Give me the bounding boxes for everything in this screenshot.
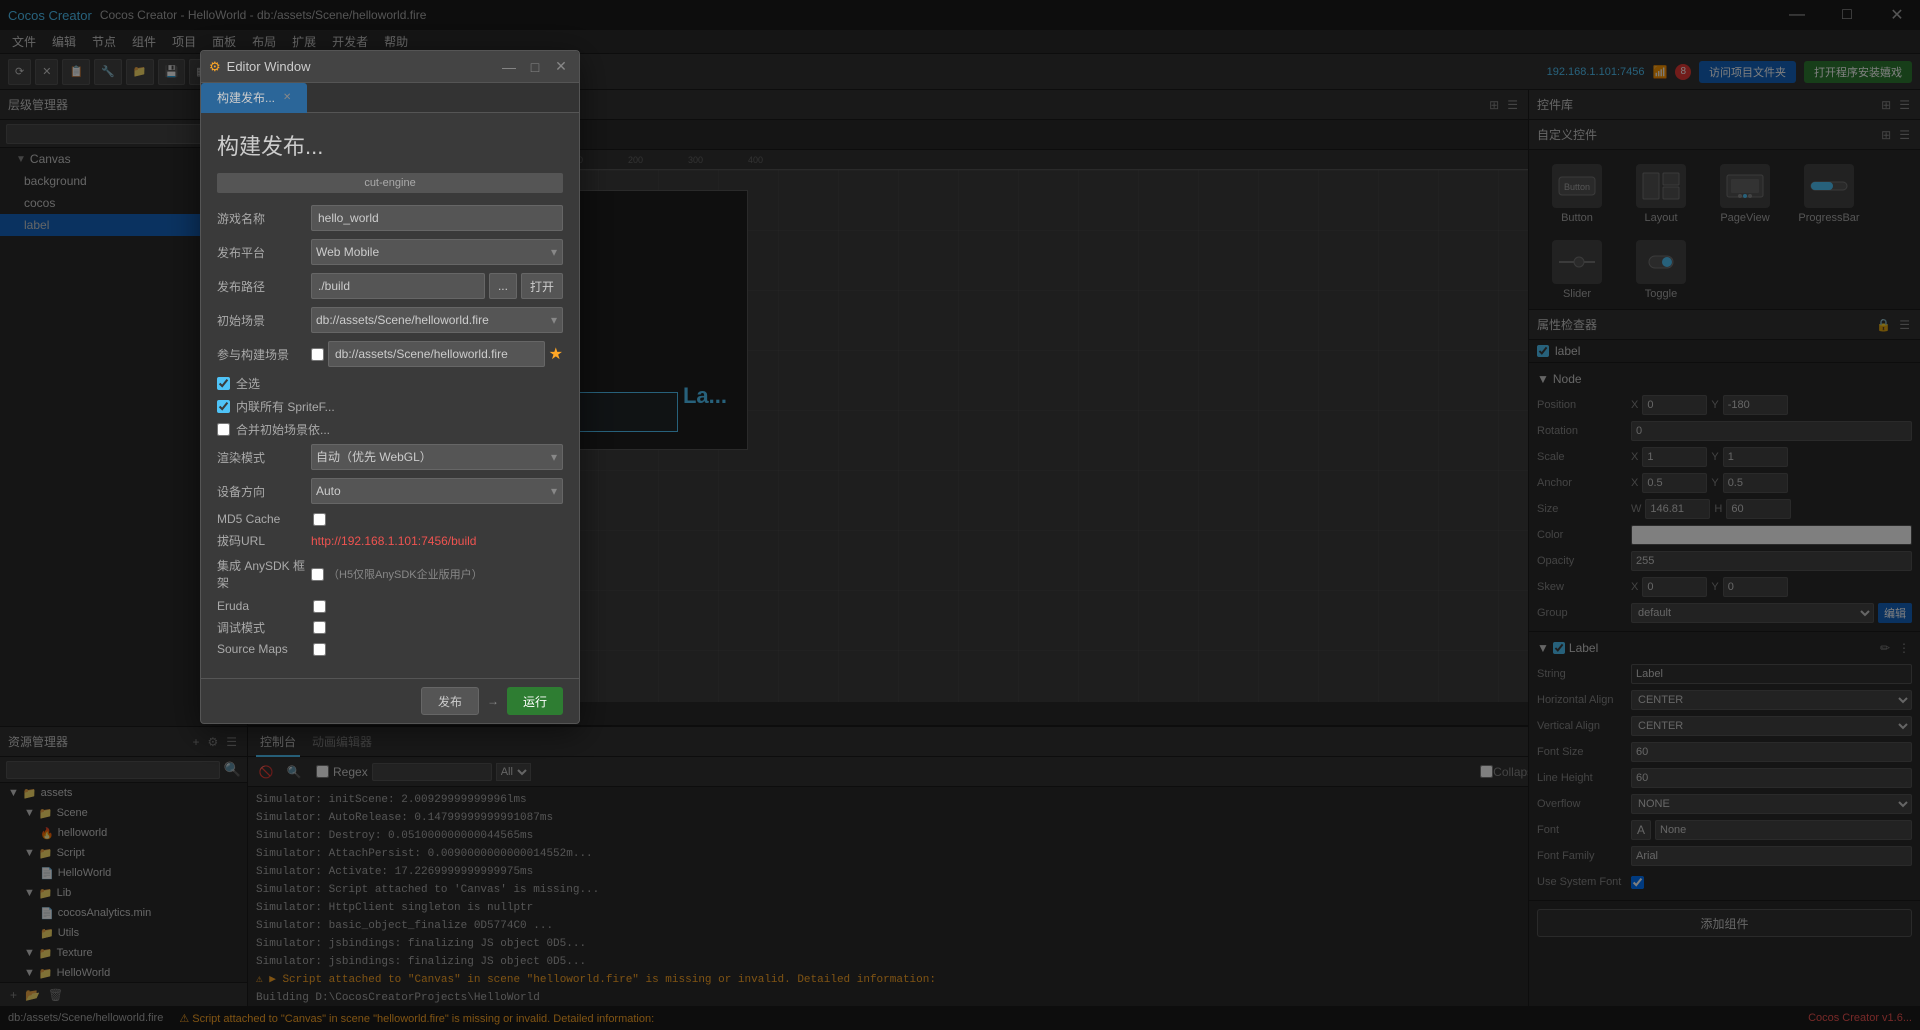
participate-scene-row: 参与构建场景 ★ [217, 341, 563, 367]
md5-cache-row: MD5 Cache [217, 512, 563, 526]
game-name-label: 游戏名称 [217, 210, 307, 227]
anysdk-row: 集成 AnySDK 框架 （H5仅限AnySDK企业版用户） [217, 557, 563, 591]
eruda-label: Eruda [217, 599, 307, 613]
editor-content: 构建发布... cut-engine 游戏名称 发布平台 Web Mobile … [201, 113, 579, 678]
participate-scene-label: 参与构建场景 [217, 346, 307, 363]
debug-mode-label: 调试模式 [217, 619, 307, 636]
engine-bar: cut-engine [217, 173, 563, 193]
arrow-right-icon: → [487, 694, 499, 708]
participate-scene-input[interactable] [328, 341, 545, 367]
all-checkbox[interactable] [217, 377, 230, 390]
publish-path-label: 发布路径 [217, 278, 307, 295]
device-direction-select-wrap: Auto ▾ [311, 478, 563, 504]
editor-close-btn[interactable]: ✕ [551, 57, 571, 77]
editor-footer: 发布 → 运行 [201, 678, 579, 723]
editor-tab-bar: 构建发布... ✕ [201, 83, 579, 113]
source-maps-checkbox[interactable] [313, 643, 326, 656]
md5-cache-label: MD5 Cache [217, 512, 307, 526]
render-mode-label: 渲染模式 [217, 449, 307, 466]
device-direction-select[interactable]: Auto [311, 478, 563, 504]
initial-scene-row: 初始场景 db://assets/Scene/helloworld.fire ▾ [217, 307, 563, 333]
initial-scene-label: 初始场景 [217, 312, 307, 329]
hotupdate-url-label: 拔码URL [217, 532, 307, 549]
publish-button[interactable]: 发布 [421, 687, 479, 715]
device-direction-label: 设备方向 [217, 483, 307, 500]
platform-select-wrap: Web Mobile ▾ [311, 239, 563, 265]
render-mode-select[interactable]: 自动（优先 WebGL） [311, 444, 563, 470]
editor-tab-label: 构建发布... [217, 83, 275, 113]
build-title: 构建发布... [217, 129, 563, 161]
render-mode-row: 渲染模式 自动（优先 WebGL） ▾ [217, 444, 563, 470]
anysdk-checkbox[interactable] [311, 568, 324, 581]
source-maps-row: Source Maps [217, 642, 563, 656]
modal-overlay: ⚙ Editor Window — □ ✕ 构建发布... ✕ 构建发布... … [0, 0, 1920, 1030]
publish-path-input[interactable] [311, 273, 485, 299]
inline-sprites-row: 内联所有 SpriteF... [217, 398, 563, 415]
publish-path-input-area: ... 打开 [311, 273, 563, 299]
star-icon: ★ [549, 344, 563, 364]
hotupdate-url-row: 拔码URL http://192.168.1.101:7456/build [217, 532, 563, 549]
md5-cache-checkbox[interactable] [313, 513, 326, 526]
publish-path-open-btn[interactable]: 打开 [521, 273, 563, 299]
tab-close-icon[interactable]: ✕ [283, 83, 291, 113]
source-maps-label: Source Maps [217, 642, 307, 656]
anysdk-note: （H5仅限AnySDK企业版用户） [328, 566, 483, 582]
editor-title-bar: ⚙ Editor Window — □ ✕ [201, 51, 579, 83]
render-mode-select-wrap: 自动（优先 WebGL） ▾ [311, 444, 563, 470]
hotupdate-url-link[interactable]: http://192.168.1.101:7456/build [311, 534, 476, 548]
merge-scenes-row: 合并初始场景依... [217, 421, 563, 438]
game-name-input[interactable] [311, 205, 563, 231]
debug-mode-checkbox[interactable] [313, 621, 326, 634]
publish-path-browse-btn[interactable]: ... [489, 273, 517, 299]
merge-scenes-checkbox[interactable] [217, 423, 230, 436]
initial-scene-select-wrap: db://assets/Scene/helloworld.fire ▾ [311, 307, 563, 333]
editor-window: ⚙ Editor Window — □ ✕ 构建发布... ✕ 构建发布... … [200, 50, 580, 724]
editor-minimize-btn[interactable]: — [499, 57, 519, 77]
anysdk-label: 集成 AnySDK 框架 [217, 557, 307, 591]
eruda-checkbox[interactable] [313, 600, 326, 613]
all-label: 全选 [236, 375, 260, 392]
platform-row: 发布平台 Web Mobile ▾ [217, 239, 563, 265]
all-checkbox-row: 全选 [217, 375, 563, 392]
platform-select[interactable]: Web Mobile [311, 239, 563, 265]
participate-scene-checkbox[interactable] [311, 348, 324, 361]
merge-scenes-label: 合并初始场景依... [236, 421, 330, 438]
editor-window-title: Editor Window [227, 59, 493, 74]
initial-scene-select[interactable]: db://assets/Scene/helloworld.fire [311, 307, 563, 333]
run-button[interactable]: 运行 [507, 687, 563, 715]
publish-path-row: 发布路径 ... 打开 [217, 273, 563, 299]
debug-mode-row: 调试模式 [217, 619, 563, 636]
platform-label: 发布平台 [217, 244, 307, 261]
eruda-row: Eruda [217, 599, 563, 613]
participate-scene-area: ★ [311, 341, 563, 367]
editor-tab-build[interactable]: 构建发布... ✕ [201, 83, 307, 113]
editor-maximize-btn[interactable]: □ [525, 57, 545, 77]
editor-window-icon: ⚙ [209, 59, 221, 75]
inline-sprites-label: 内联所有 SpriteF... [236, 398, 335, 415]
game-name-row: 游戏名称 [217, 205, 563, 231]
device-direction-row: 设备方向 Auto ▾ [217, 478, 563, 504]
inline-sprites-checkbox[interactable] [217, 400, 230, 413]
